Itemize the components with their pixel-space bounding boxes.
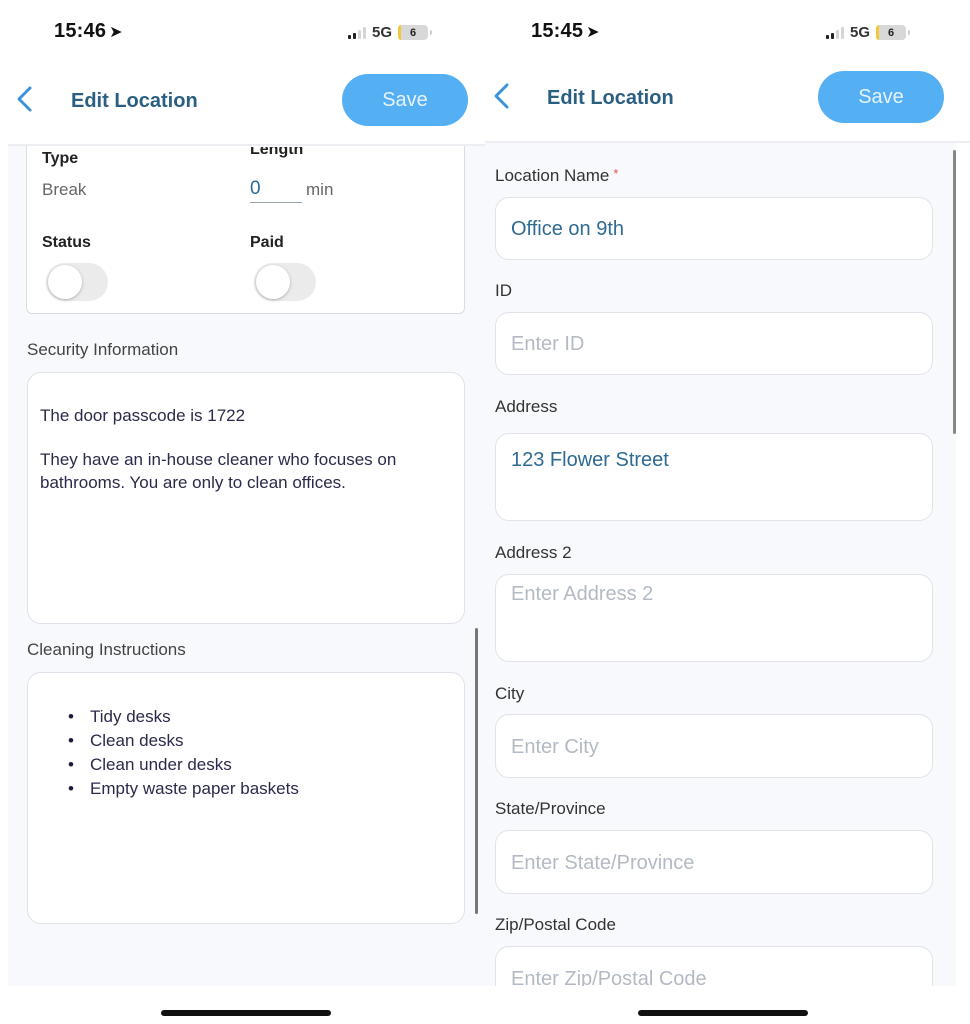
status-bar: 15:46 ➤ 5G 6 — [0, 18, 485, 50]
city-input[interactable]: Enter City — [495, 714, 933, 778]
nav-bar: Edit Location Save — [0, 74, 485, 132]
zip-input[interactable]: Enter Zip/Postal Code — [495, 946, 933, 986]
paid-label: Paid — [250, 234, 284, 251]
type-value: Break — [42, 180, 87, 199]
form-content: Type Break Length 0 min Status Paid Secu… — [8, 146, 485, 986]
battery-icon: 6 — [398, 25, 433, 40]
scrollbar[interactable] — [953, 150, 956, 434]
right-screen: 15:45 ➤ 5G 6 Edit Location Save Location … — [485, 0, 970, 1024]
list-item: Clean desks — [68, 729, 299, 753]
state-label: State/Province — [495, 799, 606, 818]
status-label: Status — [42, 234, 91, 251]
location-name-input[interactable]: Office on 9th — [495, 197, 933, 260]
state-input[interactable]: Enter State/Province — [495, 830, 933, 894]
type-label: Type — [42, 150, 79, 167]
chevron-left-icon — [494, 83, 509, 109]
scrollbar[interactable] — [475, 628, 478, 914]
network-type: 5G — [850, 24, 871, 41]
page-title: Edit Location — [71, 90, 198, 112]
back-button[interactable] — [14, 84, 40, 114]
home-indicator[interactable] — [161, 1010, 331, 1016]
location-arrow-icon: ➤ — [109, 24, 123, 41]
security-info-editor[interactable]: The door passcode is 1722 They have an i… — [27, 372, 465, 624]
status-toggle[interactable] — [46, 263, 108, 301]
form-content: Location Name * Office on 9th ID Enter ID… — [485, 143, 956, 986]
nav-bar: Edit Location Save — [485, 71, 970, 129]
length-unit: min — [306, 180, 334, 199]
location-arrow-icon: ➤ — [586, 24, 600, 41]
home-indicator[interactable] — [638, 1010, 808, 1016]
status-bar: 15:45 ➤ 5G 6 — [485, 18, 970, 50]
signal-icon — [348, 26, 366, 39]
chevron-left-icon — [17, 86, 32, 112]
status-time: 15:46 ➤ — [54, 20, 123, 42]
address2-input[interactable]: Enter Address 2 — [495, 574, 933, 662]
city-label: City — [495, 684, 525, 703]
address-input[interactable]: 123 Flower Street — [495, 433, 933, 521]
left-screen: 15:46 ➤ 5G 6 Edit Location Save Type Brea… — [0, 0, 485, 1024]
network-type: 5G — [372, 24, 393, 41]
status-indicators: 5G 6 — [348, 24, 433, 41]
id-input[interactable]: Enter ID — [495, 312, 933, 375]
list-item: Empty waste paper baskets — [68, 777, 299, 801]
cleaning-instructions-label: Cleaning Instructions — [27, 640, 186, 659]
back-button[interactable] — [491, 81, 517, 111]
break-card: Type Break Length 0 min Status Paid — [26, 146, 465, 314]
save-button[interactable]: Save — [818, 71, 944, 123]
length-input[interactable]: 0 — [250, 178, 302, 203]
status-time: 15:45 ➤ — [531, 20, 600, 42]
length-label: Length — [250, 146, 304, 158]
instructions-list: Tidy desks Clean desks Clean under desks… — [68, 705, 299, 801]
list-item: Clean under desks — [68, 753, 299, 777]
signal-icon — [826, 26, 844, 39]
cleaning-instructions-editor[interactable]: Tidy desks Clean desks Clean under desks… — [27, 672, 465, 924]
address-label: Address — [495, 397, 558, 416]
id-label: ID — [495, 281, 512, 300]
list-item: Tidy desks — [68, 705, 299, 729]
toggle-knob — [256, 265, 290, 299]
location-name-label: Location Name * — [495, 166, 619, 185]
paid-toggle[interactable] — [254, 263, 316, 301]
security-paragraph: They have an in-house cleaner who focuse… — [40, 450, 397, 492]
toggle-knob — [48, 265, 82, 299]
save-button[interactable]: Save — [342, 74, 468, 126]
security-info-label: Security Information — [27, 340, 179, 359]
address2-label: Address 2 — [495, 543, 572, 562]
battery-icon: 6 — [876, 25, 911, 40]
security-paragraph: The door passcode is 1722 — [40, 406, 246, 425]
status-indicators: 5G 6 — [826, 24, 911, 41]
required-asterisk: * — [613, 166, 619, 181]
zip-label: Zip/Postal Code — [495, 915, 616, 934]
page-title: Edit Location — [547, 87, 674, 109]
